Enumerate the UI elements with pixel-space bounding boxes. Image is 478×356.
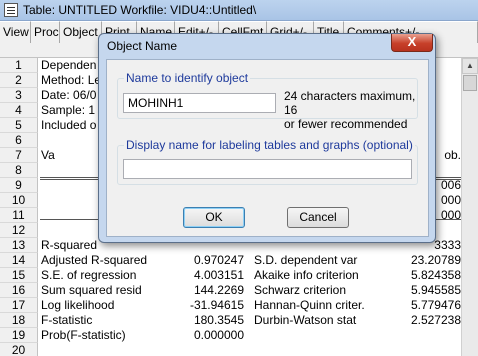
toolbar-view-button[interactable]: View bbox=[0, 21, 31, 43]
toolbar-proc-button[interactable]: Proc bbox=[31, 21, 60, 43]
row-header[interactable]: 19 bbox=[0, 328, 38, 343]
cell-stat-value[interactable]: 5.945585 bbox=[384, 283, 461, 298]
window-title-bar[interactable]: Table: UNTITLED Workfile: VIDU4::Untitle… bbox=[0, 0, 478, 21]
display-name-group: Display name for labeling tables and gra… bbox=[117, 138, 418, 185]
cell-stat-label[interactable]: Schwarz criterion bbox=[254, 283, 384, 298]
cell-stat-label[interactable] bbox=[254, 343, 384, 356]
dialog-close-button[interactable]: X bbox=[391, 34, 433, 52]
cell-stat-value[interactable]: 5.779476 bbox=[384, 298, 461, 313]
ok-button[interactable]: OK bbox=[183, 207, 245, 228]
object-name-input[interactable] bbox=[123, 93, 276, 113]
table-icon bbox=[4, 3, 18, 17]
cell-value[interactable]: 0.000000 bbox=[150, 328, 244, 343]
cell-stat-value[interactable]: 5.824358 bbox=[384, 268, 461, 283]
name-group-legend: Name to identify object bbox=[124, 71, 251, 85]
cell-stat-value[interactable] bbox=[384, 343, 461, 356]
cell-stat-label[interactable]: Hannan-Quinn criter. bbox=[254, 298, 384, 313]
scroll-up-icon[interactable]: ▲ bbox=[462, 58, 478, 74]
cell-value[interactable]: 180.3545 bbox=[150, 313, 244, 328]
row-header[interactable]: 5 bbox=[0, 118, 38, 133]
toolbar-object-button[interactable]: Object bbox=[60, 21, 102, 43]
cell-value[interactable]: 144.2269 bbox=[150, 283, 244, 298]
name-group: Name to identify object 24 characters ma… bbox=[117, 71, 418, 131]
row-header[interactable]: 17 bbox=[0, 298, 38, 313]
cell-stat-value[interactable]: 2.527238 bbox=[384, 313, 461, 328]
cell-stat-value[interactable] bbox=[384, 328, 461, 343]
row-header[interactable]: 8 bbox=[0, 163, 38, 178]
name-length-hint: 24 characters maximum, 16 or fewer recom… bbox=[284, 89, 417, 131]
name-hint-line-1: 24 characters maximum, 16 bbox=[284, 89, 416, 117]
row-header[interactable]: 11 bbox=[0, 208, 38, 223]
row-header[interactable]: 6 bbox=[0, 133, 38, 148]
cell-stat-label[interactable]: Durbin-Watson stat bbox=[254, 313, 384, 328]
display-group-legend: Display name for labeling tables and gra… bbox=[124, 138, 415, 152]
cell-stat-label[interactable]: S.D. dependent var bbox=[254, 253, 384, 268]
row-header[interactable]: 10 bbox=[0, 193, 38, 208]
cell-value[interactable] bbox=[150, 343, 244, 356]
cell-value[interactable]: 0.970247 bbox=[150, 253, 244, 268]
row-header[interactable]: 9 bbox=[0, 178, 38, 193]
cell-value[interactable]: 4.003151 bbox=[150, 268, 244, 283]
row-header[interactable]: 18 bbox=[0, 313, 38, 328]
object-name-dialog: Object Name X Name to identify object 24… bbox=[98, 33, 436, 243]
display-name-input[interactable] bbox=[123, 159, 412, 179]
window-title: Table: UNTITLED Workfile: VIDU4::Untitle… bbox=[23, 3, 257, 17]
dialog-title: Object Name bbox=[107, 39, 178, 53]
row-header[interactable]: 3 bbox=[0, 88, 38, 103]
scroll-thumb[interactable] bbox=[463, 75, 477, 91]
cell-stat-label[interactable] bbox=[254, 328, 384, 343]
cell-stat-label[interactable]: Akaike info criterion bbox=[254, 268, 384, 283]
name-hint-line-2: or fewer recommended bbox=[284, 117, 408, 131]
row-header[interactable]: 14 bbox=[0, 253, 38, 268]
vertical-scrollbar[interactable]: ▲ bbox=[461, 58, 478, 356]
dialog-body: Name to identify object 24 characters ma… bbox=[106, 59, 429, 237]
row-header[interactable]: 13 bbox=[0, 238, 38, 253]
row-header[interactable]: 15 bbox=[0, 268, 38, 283]
row-header[interactable]: 4 bbox=[0, 103, 38, 118]
row-header[interactable]: 2 bbox=[0, 73, 38, 88]
row-header[interactable]: 12 bbox=[0, 223, 38, 238]
row-header[interactable]: 16 bbox=[0, 283, 38, 298]
cell-value[interactable]: -31.94615 bbox=[150, 298, 244, 313]
row-header[interactable]: 7 bbox=[0, 148, 38, 163]
row-header[interactable]: 1 bbox=[0, 58, 38, 73]
cancel-button[interactable]: Cancel bbox=[287, 207, 349, 228]
cell-stat-value[interactable]: 23.20789 bbox=[384, 253, 461, 268]
row-header[interactable]: 20 bbox=[0, 343, 38, 356]
